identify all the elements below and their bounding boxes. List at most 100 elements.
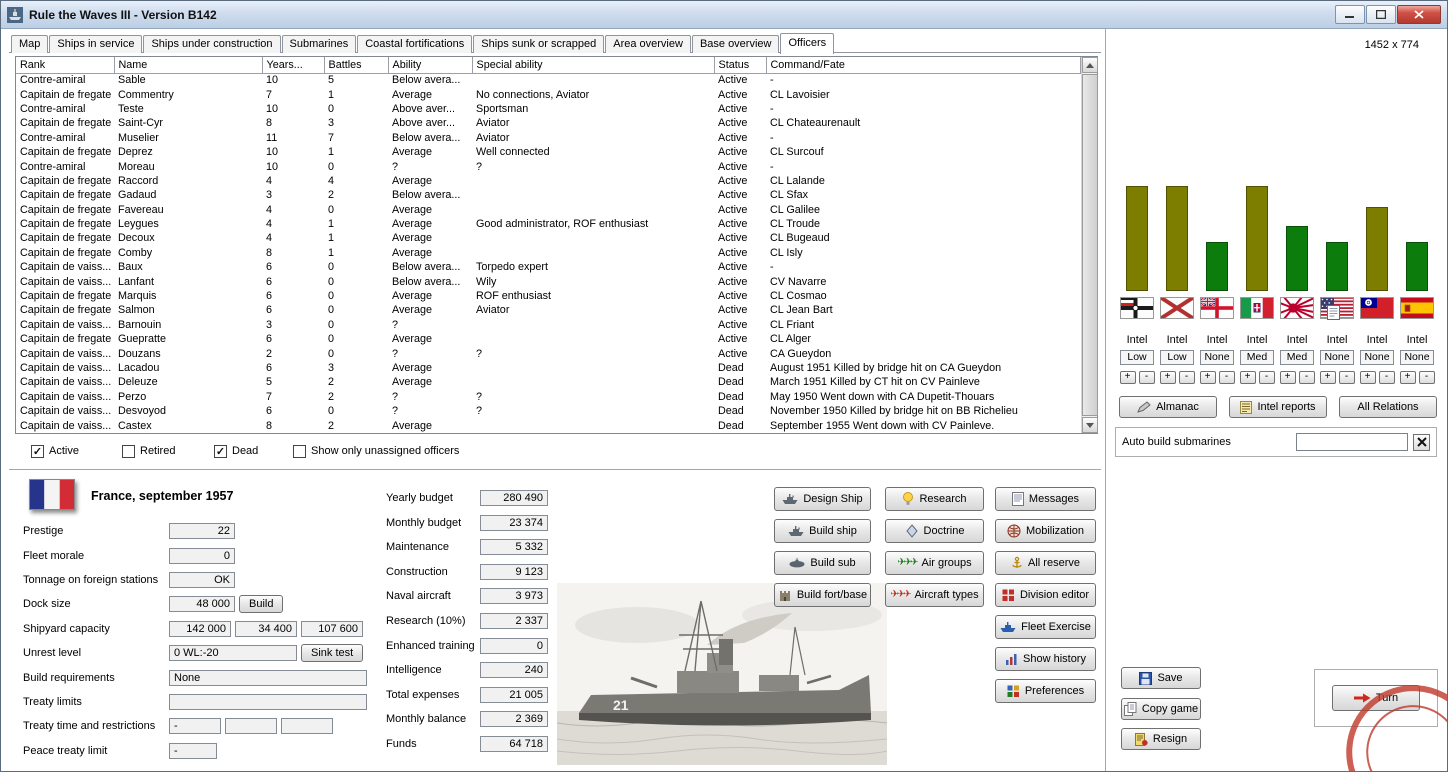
intel-increase-germany-button[interactable]: +: [1120, 371, 1136, 384]
officer-row[interactable]: Capitain de fregateRaccord44AverageActiv…: [16, 174, 1080, 188]
officer-row[interactable]: Capitain de fregateDeprez101AverageWell …: [16, 145, 1080, 159]
almanac-button[interactable]: Almanac: [1119, 396, 1217, 418]
officer-row[interactable]: Capitain de fregateMarquis60AverageROF e…: [16, 289, 1080, 303]
intel-increase-italy-button[interactable]: +: [1240, 371, 1256, 384]
all-relations-button[interactable]: All Relations: [1339, 396, 1437, 418]
filter-active[interactable]: ✓Active: [31, 445, 122, 458]
tab-ships-in-service[interactable]: Ships in service: [49, 35, 142, 53]
filter-unassigned[interactable]: Show only unassigned officers: [293, 445, 459, 458]
checkbox-active-icon[interactable]: ✓: [31, 445, 44, 458]
auto-build-combobox[interactable]: [1296, 433, 1408, 451]
officer-row[interactable]: Capitain de vaiss...Douzans20??ActiveCA …: [16, 346, 1080, 360]
scroll-down-icon[interactable]: [1082, 417, 1098, 433]
intel-increase-spain-button[interactable]: +: [1400, 371, 1416, 384]
tab-ships-sunk-or-scrapped[interactable]: Ships sunk or scrapped: [473, 35, 604, 53]
officer-row[interactable]: Contre-amiralTeste100Above aver...Sports…: [16, 102, 1080, 116]
intel-decrease-usa-button[interactable]: -: [1339, 371, 1355, 384]
tab-map[interactable]: Map: [11, 35, 48, 53]
intel-increase-japan-button[interactable]: +: [1280, 371, 1296, 384]
intel-increase-china-button[interactable]: +: [1360, 371, 1376, 384]
doctrine-button[interactable]: Doctrine: [885, 519, 984, 543]
filter-retired[interactable]: Retired: [122, 445, 214, 458]
preferences-button[interactable]: Preferences: [995, 679, 1096, 703]
scroll-up-icon[interactable]: [1082, 57, 1098, 73]
officer-row[interactable]: Capitain de fregateLeygues41AverageGood …: [16, 217, 1080, 231]
officer-row[interactable]: Capitain de vaiss...Perzo72??DeadMay 195…: [16, 390, 1080, 404]
tab-base-overview[interactable]: Base overview: [692, 35, 780, 53]
china-flag-icon[interactable]: [1360, 297, 1394, 319]
save-button[interactable]: Save: [1121, 667, 1201, 689]
officer-row[interactable]: Capitain de vaiss...Lanfant60Below avera…: [16, 274, 1080, 288]
officer-row[interactable]: Capitain de fregateCommentry71AverageNo …: [16, 87, 1080, 101]
minimize-button[interactable]: [1335, 5, 1365, 24]
checkbox-dead-icon[interactable]: ✓: [214, 445, 227, 458]
officer-row[interactable]: Capitain de fregateGadaud32Below avera..…: [16, 188, 1080, 202]
officer-row[interactable]: Contre-amiralMuselier117Below avera...Av…: [16, 131, 1080, 145]
italy-flag-icon[interactable]: [1240, 297, 1274, 319]
auto-build-clear-button[interactable]: [1413, 434, 1430, 451]
build-fort-base-button[interactable]: Build fort/base: [774, 583, 871, 607]
officer-row[interactable]: Capitain de vaiss...Deleuze52AverageDead…: [16, 375, 1080, 389]
officer-row[interactable]: Capitain de vaiss...Desvoyod60??DeadNove…: [16, 404, 1080, 418]
column-header-rank[interactable]: Rank: [16, 57, 114, 73]
intel-increase-uk-button[interactable]: +: [1200, 371, 1216, 384]
intel-increase-russia-button[interactable]: +: [1160, 371, 1176, 384]
officer-row[interactable]: Capitain de vaiss...Castex82AverageDeadS…: [16, 418, 1080, 433]
intel-decrease-russia-button[interactable]: -: [1179, 371, 1195, 384]
aircraft-types-button[interactable]: ✈✈✈Aircraft types: [885, 583, 984, 607]
column-header-command-fate[interactable]: Command/Fate: [766, 57, 1080, 73]
officer-row[interactable]: Capitain de fregateSaint-Cyr83Above aver…: [16, 116, 1080, 130]
build-sub-button[interactable]: Build sub: [774, 551, 871, 575]
officer-row[interactable]: Capitain de fregateFavereau40AverageActi…: [16, 203, 1080, 217]
build-button[interactable]: Build: [239, 595, 283, 613]
resign-button[interactable]: Resign: [1121, 728, 1201, 750]
messages-button[interactable]: Messages: [995, 487, 1096, 511]
intel-report-marker-icon[interactable]: [1327, 305, 1340, 320]
officer-row[interactable]: Capitain de fregateGuepratte60AverageAct…: [16, 332, 1080, 346]
officer-row[interactable]: Contre-amiralMoreau100??Active-: [16, 159, 1080, 173]
air-groups-button[interactable]: ✈✈✈Air groups: [885, 551, 984, 575]
germany-flag-icon[interactable]: [1120, 297, 1154, 319]
intel-decrease-germany-button[interactable]: -: [1139, 371, 1155, 384]
tab-officers[interactable]: Officers: [780, 33, 834, 54]
column-header-years[interactable]: Years...: [262, 57, 324, 73]
tab-coastal-fortifications[interactable]: Coastal fortifications: [357, 35, 472, 53]
column-header-battles[interactable]: Battles: [324, 57, 388, 73]
intel-increase-usa-button[interactable]: +: [1320, 371, 1336, 384]
russia-flag-icon[interactable]: [1160, 297, 1194, 319]
title-bar[interactable]: Rule the Waves III - Version B142: [1, 1, 1447, 29]
maximize-button[interactable]: [1366, 5, 1396, 24]
division-editor-button[interactable]: Division editor: [995, 583, 1096, 607]
column-header-ability[interactable]: Ability: [388, 57, 472, 73]
officer-row[interactable]: Capitain de fregateDecoux41AverageActive…: [16, 231, 1080, 245]
intel-decrease-japan-button[interactable]: -: [1299, 371, 1315, 384]
scrollbar-thumb[interactable]: [1082, 74, 1098, 416]
column-header-name[interactable]: Name: [114, 57, 262, 73]
turn-button[interactable]: Turn: [1332, 685, 1420, 711]
checkbox-retired-icon[interactable]: [122, 445, 135, 458]
fleet-exercise-button[interactable]: Fleet Exercise: [995, 615, 1096, 639]
officer-row[interactable]: Capitain de fregateSalmon60AverageAviato…: [16, 303, 1080, 317]
intel-decrease-italy-button[interactable]: -: [1259, 371, 1275, 384]
show-history-button[interactable]: Show history: [995, 647, 1096, 671]
design-ship-button[interactable]: Design Ship: [774, 487, 871, 511]
filter-dead[interactable]: ✓Dead: [214, 445, 293, 458]
close-button[interactable]: [1397, 5, 1441, 24]
column-header-special-ability[interactable]: Special ability: [472, 57, 714, 73]
officer-row[interactable]: Contre-amiralSable105Below avera...Activ…: [16, 73, 1080, 87]
intel-decrease-china-button[interactable]: -: [1379, 371, 1395, 384]
table-scrollbar[interactable]: [1081, 57, 1098, 433]
build-ship-button[interactable]: Build ship: [774, 519, 871, 543]
tab-ships-under-construction[interactable]: Ships under construction: [143, 35, 280, 53]
mobilization-button[interactable]: Mobilization: [995, 519, 1096, 543]
tab-area-overview[interactable]: Area overview: [605, 35, 691, 53]
all-reserve-button[interactable]: All reserve: [995, 551, 1096, 575]
sink-test-button[interactable]: Sink test: [301, 644, 363, 662]
checkbox-unassigned-icon[interactable]: [293, 445, 306, 458]
officer-row[interactable]: Capitain de vaiss...Baux60Below avera...…: [16, 260, 1080, 274]
uk-flag-icon[interactable]: [1200, 297, 1234, 319]
research-button[interactable]: Research: [885, 487, 984, 511]
spain-flag-icon[interactable]: [1400, 297, 1434, 319]
intel-decrease-spain-button[interactable]: -: [1419, 371, 1435, 384]
intel-reports-button[interactable]: Intel reports: [1229, 396, 1327, 418]
